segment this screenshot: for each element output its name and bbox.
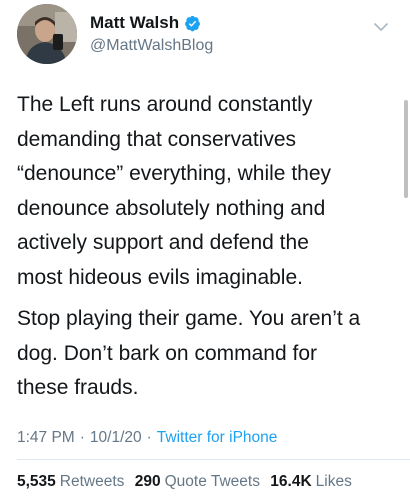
retweets-stat[interactable]: 5,535 Retweets [17, 473, 124, 490]
quote-tweets-label: Quote Tweets [164, 473, 260, 490]
author-name-row: Matt Walsh [90, 13, 201, 33]
tweet-stats: 5,535 Retweets 290 Quote Tweets 16.4K Likes [17, 472, 358, 492]
divider [17, 459, 410, 460]
tweet-meta: 1:47 PM · 10/1/20 · Twitter for iPhone [17, 428, 277, 448]
tweet-date[interactable]: 10/1/20 [90, 429, 142, 446]
profile-photo [17, 4, 77, 64]
verified-badge-icon [185, 15, 201, 31]
tweet-time[interactable]: 1:47 PM [17, 429, 75, 446]
scrollbar[interactable] [404, 100, 408, 198]
likes-stat[interactable]: 16.4K Likes [270, 473, 352, 490]
likes-label: Likes [315, 473, 352, 490]
quote-tweets-count: 290 [134, 473, 161, 490]
display-name[interactable]: Matt Walsh [90, 13, 179, 33]
tweet-text: The Left runs around constantly demandin… [17, 88, 401, 406]
retweets-count: 5,535 [17, 473, 56, 490]
tweet-paragraph: Stop playing their game. You aren’t a do… [17, 307, 361, 399]
separator: · [79, 429, 85, 446]
tweet-paragraph: The Left runs around constantly demandin… [17, 93, 332, 289]
chevron-down-icon[interactable] [374, 22, 388, 32]
avatar[interactable] [17, 4, 77, 64]
separator: · [146, 429, 152, 446]
likes-count: 16.4K [270, 473, 312, 490]
tweet-source-link[interactable]: Twitter for iPhone [157, 429, 278, 446]
handle[interactable]: @MattWalshBlog [90, 36, 213, 56]
quote-tweets-stat[interactable]: 290 Quote Tweets [135, 473, 260, 490]
retweets-label: Retweets [59, 473, 125, 490]
tweet-card: Matt Walsh @MattWalshBlog The Left runs … [0, 0, 410, 500]
